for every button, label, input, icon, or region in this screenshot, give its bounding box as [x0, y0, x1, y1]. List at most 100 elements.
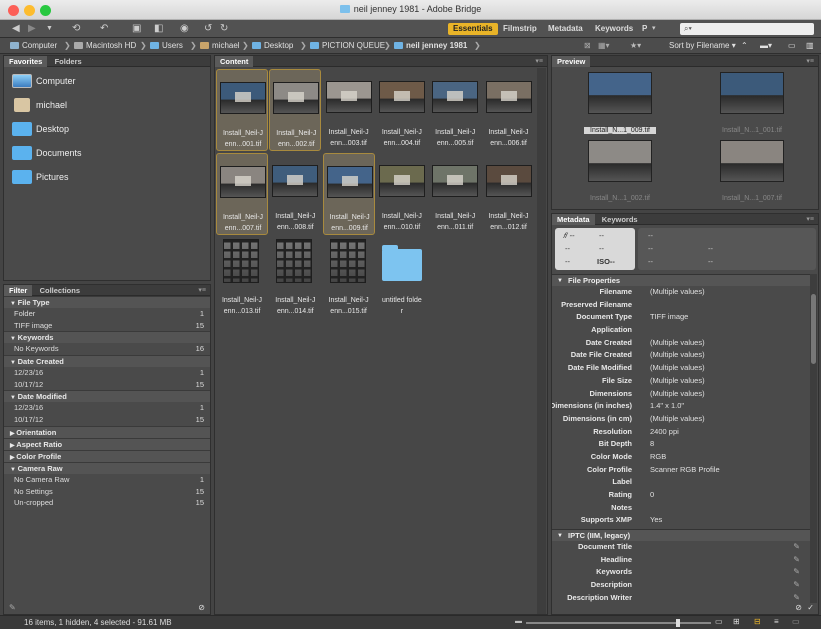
metadata-row[interactable]: Bit Depth 8: [552, 438, 810, 451]
metadata-row[interactable]: Headline ✎: [552, 554, 810, 567]
metadata-row[interactable]: Application: [552, 324, 810, 337]
view-grid-icon[interactable]: ⊞: [733, 617, 740, 626]
favorite-item-computer[interactable]: Computer: [4, 69, 210, 93]
delete-icon[interactable]: ▥: [806, 41, 814, 50]
thumbnail-item[interactable]: Install_Neil-J enn...007.tif: [216, 153, 268, 235]
thumbnail-item[interactable]: Install_Neil-J enn...014.tif: [269, 237, 321, 319]
metadata-scrollbar[interactable]: [810, 274, 817, 603]
metadata-row[interactable]: Description Writer ✎: [552, 592, 810, 603]
thumbnail-quality-icon[interactable]: ▦▾: [598, 41, 610, 50]
rotate-left-icon[interactable]: ↺: [204, 23, 212, 34]
breadcrumb-users[interactable]: Users: [150, 41, 183, 50]
slider-handle[interactable]: [676, 619, 680, 627]
pencil-icon[interactable]: ✎: [793, 541, 800, 554]
pencil-icon[interactable]: ✎: [793, 592, 800, 603]
metadata-row[interactable]: Document Title ✎: [552, 541, 810, 554]
metadata-row[interactable]: File Size (Multiple values): [552, 375, 810, 388]
thumbnail-item[interactable]: Install_Neil-J enn...006.tif: [483, 69, 535, 151]
panel-menu-icon[interactable]: ▾≡: [535, 57, 543, 65]
breadcrumb-desktop[interactable]: Desktop: [252, 41, 293, 50]
metadata-row[interactable]: Notes: [552, 502, 810, 515]
tab-filter[interactable]: Filter: [4, 285, 33, 296]
thumbnail-item[interactable]: Install_Neil-J enn...001.tif: [216, 69, 268, 151]
metadata-row[interactable]: Resolution 2400 ppi: [552, 426, 810, 439]
apply-edit-icon[interactable]: ✓: [807, 603, 814, 612]
new-folder-icon[interactable]: ▭: [788, 41, 796, 50]
disclosure-triangle-icon[interactable]: ▼: [10, 336, 18, 342]
breadcrumb-michael[interactable]: michael: [200, 41, 240, 50]
filter-group-header[interactable]: ▼ Keywords: [4, 331, 210, 344]
metadata-row[interactable]: Date Created (Multiple values): [552, 337, 810, 350]
tab-metadata[interactable]: Metadata: [552, 214, 595, 225]
metadata-row[interactable]: Rating 0: [552, 489, 810, 502]
back-arrow-icon[interactable]: ◀: [12, 23, 20, 34]
filter-group-header[interactable]: ▶ Aspect Ratio: [4, 437, 210, 450]
disclosure-triangle-icon[interactable]: ▼: [10, 360, 18, 366]
thumbnail-item[interactable]: Install_Neil-J enn...003.tif: [323, 69, 375, 151]
metadata-row[interactable]: Label: [552, 476, 810, 489]
sort-dropdown[interactable]: Sort by Filename ▾: [669, 41, 736, 50]
keep-filter-pin-icon[interactable]: ✎: [9, 603, 16, 612]
preview-image[interactable]: [588, 72, 652, 114]
filter-row[interactable]: No Settings 15: [4, 486, 210, 498]
search-input[interactable]: ⌕▾: [680, 23, 814, 35]
filter-row[interactable]: Folder 1: [4, 308, 210, 320]
disclosure-triangle-icon[interactable]: ▼: [10, 395, 18, 401]
quality-icon[interactable]: ⊠: [584, 41, 591, 50]
panel-menu-icon[interactable]: ▾≡: [198, 286, 206, 294]
disclosure-triangle-icon[interactable]: ▼: [10, 301, 18, 307]
scrollbar-thumb[interactable]: [811, 294, 816, 364]
thumbnail-item[interactable]: untitled folde r: [376, 237, 428, 319]
filter-row[interactable]: Un-cropped 15: [4, 497, 210, 509]
tab-folders[interactable]: Folders: [50, 56, 87, 67]
panel-menu-icon[interactable]: ▾≡: [806, 215, 814, 223]
preview-image[interactable]: [720, 140, 784, 182]
panel-menu-icon[interactable]: ▾≡: [806, 57, 814, 65]
refine-icon[interactable]: ◧: [154, 23, 163, 34]
metadata-row[interactable]: Date File Created (Multiple values): [552, 349, 810, 362]
workspace-essentials-tab[interactable]: Essentials: [448, 23, 498, 35]
preview-image[interactable]: [588, 140, 652, 182]
workspace-metadata-tab[interactable]: Metadata: [548, 23, 583, 35]
filter-row[interactable]: No Camera Raw 1: [4, 474, 210, 486]
filter-group-header[interactable]: ▼ File Type: [4, 296, 210, 308]
view-details-icon[interactable]: ⊟: [754, 617, 761, 626]
favorite-item-documents[interactable]: Documents: [4, 141, 210, 165]
filter-group-header[interactable]: ▼ Date Modified: [4, 390, 210, 403]
thumbnail-item[interactable]: Install_Neil-J enn...013.tif: [216, 237, 268, 319]
metadata-row[interactable]: Supports XMP Yes: [552, 514, 810, 527]
filter-group-header[interactable]: ▶ Orientation: [4, 425, 210, 438]
sort-ascending-icon[interactable]: ⌃: [741, 41, 748, 50]
filter-row[interactable]: TIFF image 15: [4, 320, 210, 332]
filter-row[interactable]: 10/17/12 15: [4, 414, 210, 426]
filter-row[interactable]: No Keywords 16: [4, 343, 210, 355]
preview-image[interactable]: [720, 72, 784, 114]
workspace-menu-icon[interactable]: ▾: [652, 24, 656, 32]
metadata-row[interactable]: Date File Modified (Multiple values): [552, 362, 810, 375]
thumbnail-item[interactable]: Install_Neil-J enn...008.tif: [269, 153, 321, 235]
thumbnail-size-slider[interactable]: [526, 619, 711, 627]
view-list-icon[interactable]: ≡: [774, 617, 779, 626]
favorite-item-desktop[interactable]: Desktop: [4, 117, 210, 141]
pencil-icon[interactable]: ✎: [793, 554, 800, 567]
open-in-camera-raw-icon[interactable]: ◉: [180, 23, 189, 34]
tab-favorites[interactable]: Favorites: [4, 56, 48, 67]
thumbnail-item[interactable]: Install_Neil-J enn...002.tif: [269, 69, 322, 151]
thumbnail-size-large-icon[interactable]: ▭: [715, 617, 723, 626]
filter-group-header[interactable]: ▼ Camera Raw: [4, 461, 210, 474]
workspace-keywords-tab[interactable]: Keywords: [595, 23, 633, 35]
favorite-item-pictures[interactable]: Pictures: [4, 165, 210, 189]
thumbnail-item[interactable]: Install_Neil-J enn...010.tif: [376, 153, 428, 235]
star-filter-icon[interactable]: ★▾: [630, 41, 641, 50]
disclosure-triangle-icon[interactable]: ▼: [10, 467, 18, 473]
breadcrumb-computer[interactable]: Computer: [10, 41, 57, 50]
metadata-row[interactable]: Preserved Filename: [552, 299, 810, 312]
recent-folder-icon[interactable]: ⟲: [72, 23, 80, 34]
thumbnail-item[interactable]: Install_Neil-J enn...009.tif: [322, 153, 375, 235]
thumbnail-item[interactable]: Install_Neil-J enn...005.tif: [429, 69, 481, 151]
breadcrumb-macintosh-hd[interactable]: Macintosh HD: [74, 41, 136, 50]
breadcrumb-neil-jenney-1981[interactable]: neil jenney 1981: [394, 41, 467, 50]
chevron-down-icon[interactable]: ▼: [46, 25, 53, 32]
clear-filter-icon[interactable]: ⊘: [198, 603, 205, 612]
metadata-row[interactable]: Keywords ✎: [552, 566, 810, 579]
